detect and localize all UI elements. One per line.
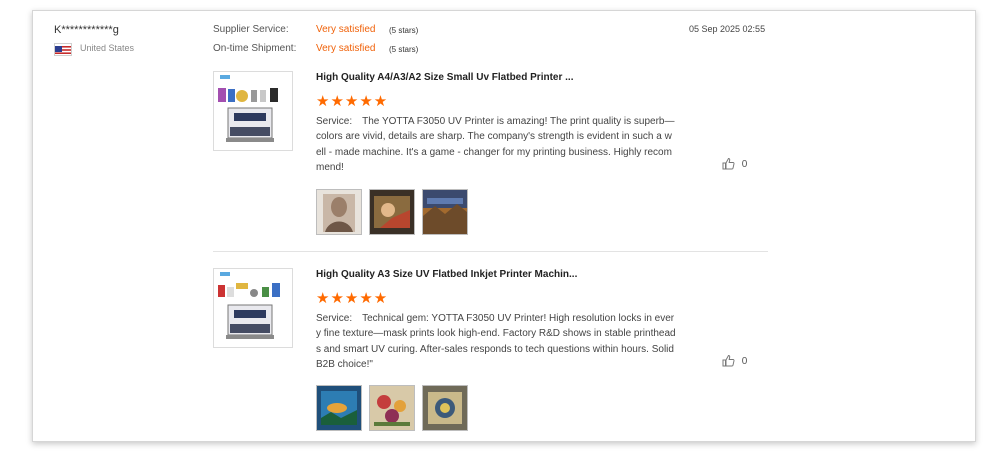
product-title[interactable]: High Quality A4/A3/A2 Size Small Uv Flat… bbox=[316, 72, 573, 83]
on-time-shipment-label: On-time Shipment: bbox=[213, 43, 297, 54]
portrait-print-photo[interactable] bbox=[316, 189, 362, 235]
us-flag-icon bbox=[54, 43, 72, 56]
review-card: K************g United States Supplier Se… bbox=[32, 10, 976, 442]
supplier-service-value: Very satisfied bbox=[316, 24, 376, 35]
review-date: 05 Sep 2025 02:55 bbox=[689, 24, 766, 34]
like-button[interactable]: 0 bbox=[721, 354, 747, 368]
reviewer-name: K************g bbox=[54, 24, 119, 36]
like-count: 0 bbox=[741, 158, 748, 170]
thumbs-up-icon bbox=[722, 157, 735, 170]
review-divider bbox=[213, 251, 768, 252]
like-count: 0 bbox=[741, 355, 748, 367]
like-button[interactable]: 0 bbox=[721, 157, 747, 171]
reviewer-country: United States bbox=[80, 43, 135, 53]
product-thumbnail[interactable] bbox=[213, 268, 293, 348]
review-rating-stars: ★★★★★ bbox=[316, 290, 389, 307]
supplier-service-stars: (5 stars) bbox=[389, 26, 419, 35]
on-time-shipment-stars: (5 stars) bbox=[389, 45, 419, 54]
on-time-shipment-value: Very satisfied bbox=[316, 43, 376, 54]
thumbs-up-icon bbox=[722, 354, 735, 367]
product-thumbnail[interactable] bbox=[213, 71, 293, 151]
product-title[interactable]: High Quality A3 Size UV Flatbed Inkjet P… bbox=[316, 269, 577, 280]
painting-print-photo[interactable] bbox=[369, 189, 415, 235]
floral-print-photo[interactable] bbox=[369, 385, 415, 431]
review-text: Service: The YOTTA F3050 UV Printer is a… bbox=[316, 116, 675, 174]
supplier-service-label: Supplier Service: bbox=[213, 24, 289, 35]
review-rating-stars: ★★★★★ bbox=[316, 93, 389, 110]
decor-print-photo[interactable] bbox=[422, 385, 468, 431]
sea-print-photo[interactable] bbox=[316, 385, 362, 431]
review-text: Service: Technical gem: YOTTA F3050 UV P… bbox=[316, 313, 676, 371]
landscape-print-photo[interactable] bbox=[422, 189, 468, 235]
